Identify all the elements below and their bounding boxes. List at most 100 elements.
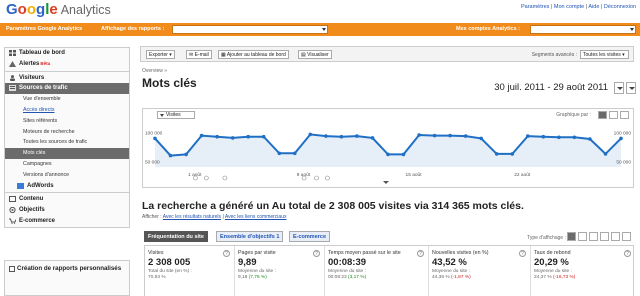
sidebar-subitem-direct[interactable]: Accès directs [5,105,129,116]
sidebar-item-ecommerce[interactable]: E-commerce [5,216,129,227]
sidebar-item-goals[interactable]: Objectifs [5,205,129,216]
help-icon[interactable]: ? [624,250,631,257]
view-cloud-button[interactable] [622,232,631,241]
help-link[interactable]: Aide [588,4,599,10]
sidebar-item-visitors[interactable]: Visiteurs [5,73,129,84]
metric-dropdown[interactable]: Visites [157,111,195,119]
breadcrumb[interactable]: Overview » [142,68,167,74]
view-performance-button[interactable] [589,232,598,241]
content-icon [9,196,16,203]
sidebar-item-dashboard[interactable]: Tableau de bord [5,48,129,59]
data-point[interactable] [619,136,623,141]
view-pivot-button[interactable] [611,232,620,241]
sidebar-subitem-referring[interactable]: Sites référents [5,116,129,127]
data-point[interactable] [572,135,577,140]
my-account-link[interactable]: Mon compte [554,4,584,10]
logout-link[interactable]: Déconnexion [604,4,636,10]
metric-title: Nouvelles visites (en %) [432,250,489,256]
segments-select[interactable]: Toutes les visites ▾ [580,50,629,59]
data-point[interactable] [386,152,390,157]
annotation-marker[interactable] [203,175,209,181]
metric-dropdown-label: Visites [166,112,181,118]
visualize-button[interactable]: ▤ Visualiser [298,50,332,59]
x-tick-label: 15 août [406,172,423,178]
data-point[interactable] [541,134,546,139]
view-table-button[interactable] [567,232,576,241]
divider [5,70,129,72]
ga-settings-link[interactable]: Paramètres Google Analytics [6,26,82,32]
annotation-marker[interactable] [222,175,228,181]
help-icon[interactable]: ? [417,250,424,257]
view-comparison-button[interactable] [600,232,609,241]
organic-results-link[interactable]: Avec les résultats naturels [163,214,221,220]
view-percentage-button[interactable] [578,232,587,241]
help-icon[interactable]: ? [223,250,230,257]
sidebar-subitem-campaigns[interactable]: Campagnes [5,159,129,170]
sidebar-subitem-search-engines[interactable]: Moteurs de recherche [5,127,129,138]
data-point[interactable] [557,135,561,140]
graph-by-day-button[interactable] [598,111,607,119]
graph-by-week-button[interactable] [609,111,618,119]
sidebar-subitem-ad-versions[interactable]: Versions d'annonce [5,170,129,181]
sidebar-subitem-overview[interactable]: Vue d'ensemble [5,94,129,105]
data-point[interactable] [324,134,328,138]
tab-ecommerce[interactable]: E-commerce [289,231,331,242]
data-point[interactable] [168,153,173,158]
data-point[interactable] [603,152,608,156]
data-point[interactable] [199,133,204,138]
annotation-marker[interactable] [314,175,319,181]
data-point[interactable] [463,134,468,138]
report-view-select[interactable] [172,25,328,34]
date-range[interactable]: 30 juil. 2011 - 29 août 2011 [494,82,608,93]
help-icon[interactable]: ? [519,250,526,257]
email-button[interactable]: ✉ E-mail [186,50,212,59]
sidebar-item-traffic-sources[interactable]: Sources de trafic [5,83,129,95]
data-point[interactable] [494,152,499,156]
data-point[interactable] [153,136,157,141]
annotation-marker[interactable] [301,175,307,181]
data-point[interactable] [339,134,344,139]
data-point[interactable] [448,133,452,138]
paid-links-link[interactable]: Avec les liens commerciaux [225,214,287,220]
sidebar-subitem-all-sources[interactable]: Toutes les sources de trafic [5,137,129,148]
expand-annotations-icon[interactable] [383,181,389,184]
sidebar-item-adwords[interactable]: AdWords [5,181,129,192]
data-point[interactable] [417,133,421,137]
data-point[interactable] [355,134,359,138]
help-icon[interactable]: ? [313,250,320,257]
annotation-marker[interactable] [325,175,330,181]
data-point[interactable] [588,137,592,141]
sidebar-item-content[interactable]: Contenu [5,194,129,205]
data-point[interactable] [401,152,406,157]
graph-by-month-button[interactable] [620,111,629,119]
data-point[interactable] [215,134,219,139]
annotation-marker[interactable] [193,175,198,181]
accounts-select[interactable] [530,25,636,34]
data-point[interactable] [370,136,375,140]
data-point[interactable] [526,134,530,138]
data-point[interactable] [277,151,282,156]
data-point[interactable] [246,134,250,139]
data-point[interactable] [261,134,266,139]
data-point[interactable] [432,133,437,138]
metric-value: 43,52 % [432,257,467,268]
orange-nav-bar: Paramètres Google Analytics Affichage de… [0,23,640,36]
date-picker-button[interactable] [614,82,624,94]
data-point[interactable] [184,152,188,157]
settings-link[interactable]: Paramètres [521,4,549,10]
date-compare-button[interactable] [626,82,636,94]
data-point[interactable] [308,132,313,137]
data-point[interactable] [479,136,484,141]
tab-site-usage[interactable]: Fréquentation du site [144,231,208,242]
sidebar-subitem-keywords[interactable]: Mots clés [5,148,129,159]
create-reports-link[interactable]: Création de rapports personnalisés [4,260,130,296]
data-point[interactable] [293,151,297,156]
export-button[interactable]: Exporter ▾ [146,50,175,59]
sidebar-item-alerts[interactable]: AlertesBêta [5,59,129,70]
tab-goal-set-1[interactable]: Ensemble d'objectifs 1 [216,231,284,242]
add-to-dashboard-button[interactable]: ▦ Ajouter au tableau de bord [218,50,289,59]
google-analytics-logo[interactable]: Google Analytics [6,1,111,19]
data-point[interactable] [510,152,515,156]
data-point[interactable] [230,136,235,140]
metric-sub: Moyenne du site : [238,269,276,274]
